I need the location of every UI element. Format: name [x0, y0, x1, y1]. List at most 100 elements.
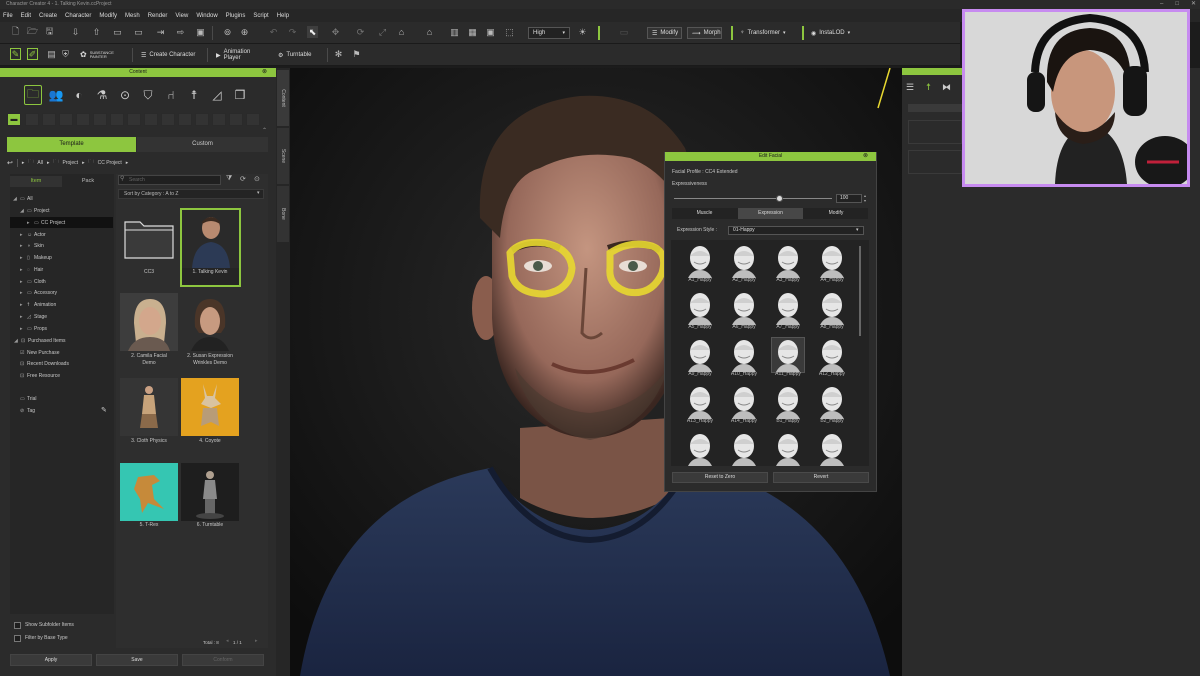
- thumbnail-cc3[interactable]: [120, 208, 178, 266]
- category-slot[interactable]: [144, 113, 158, 126]
- tab-modify[interactable]: Modify: [804, 208, 868, 219]
- category-slot[interactable]: [212, 113, 226, 126]
- tab-custom[interactable]: Custom: [137, 137, 268, 152]
- category-slot[interactable]: [246, 113, 260, 126]
- tree-item-trial[interactable]: ▭ Trial: [20, 394, 37, 404]
- rotate-icon[interactable]: ⟳: [355, 26, 366, 38]
- category-slot[interactable]: [127, 113, 141, 126]
- tree-item-makeup[interactable]: ▸ ▯ Makeup: [20, 253, 52, 263]
- category-slot[interactable]: [161, 113, 175, 126]
- category-slot[interactable]: [59, 113, 73, 126]
- expressiveness-slider-handle[interactable]: [776, 195, 783, 202]
- thumbnail-camila[interactable]: [120, 293, 178, 351]
- scale-icon[interactable]: ⤢: [377, 26, 388, 38]
- thumbnail-turntable[interactable]: [181, 463, 239, 521]
- edit-mesh-icon[interactable]: ✐: [27, 48, 38, 60]
- tab-bone-vertical[interactable]: Bone: [277, 186, 289, 242]
- tree-item-props[interactable]: ▸ ▭ Props: [20, 324, 47, 334]
- chair-icon[interactable]: ⑁: [162, 85, 180, 105]
- category-slot[interactable]: [42, 113, 56, 126]
- tab-item[interactable]: Item: [10, 176, 62, 187]
- category-slot[interactable]: [76, 113, 90, 126]
- thumbnail-talking-kevin[interactable]: [180, 208, 241, 287]
- thumbnail-t-rex[interactable]: [120, 463, 178, 521]
- filter-base-checkbox[interactable]: [14, 635, 21, 642]
- morph-button[interactable]: ⟿ Morph: [687, 27, 722, 39]
- expression-thumbnail[interactable]: [816, 385, 848, 419]
- collapse-icon[interactable]: ⌃: [262, 127, 267, 134]
- menu-modify[interactable]: Modify: [99, 13, 117, 19]
- load-icon[interactable]: ▭: [112, 26, 123, 38]
- expression-thumbnail[interactable]: [772, 432, 804, 466]
- menu-plugins[interactable]: Plugins: [226, 13, 246, 19]
- minimize-icon[interactable]: –: [1160, 0, 1163, 9]
- expression-thumbnail[interactable]: [728, 385, 760, 419]
- send-icon[interactable]: ⇥: [155, 26, 166, 38]
- undo-icon[interactable]: ↶: [268, 26, 279, 38]
- tree-item-cc-project[interactable]: ▸ ▭ CC Project: [27, 218, 65, 228]
- create-character-button[interactable]: ☰ Create Character: [137, 49, 201, 61]
- category-slot[interactable]: [110, 113, 124, 126]
- close-panel-icon[interactable]: ⊗: [262, 68, 267, 77]
- tree-item-animation[interactable]: ▸ ☨ Animation: [20, 300, 56, 310]
- search-input[interactable]: Search: [118, 175, 221, 185]
- breadcrumb-cc-project[interactable]: CC Project: [98, 160, 122, 166]
- expression-thumbnail[interactable]: [816, 432, 848, 466]
- menu-mesh[interactable]: Mesh: [125, 13, 140, 19]
- tab-template[interactable]: Template: [7, 137, 136, 152]
- animation-player-button[interactable]: ▶ Animation Player: [212, 49, 272, 61]
- transformer-button[interactable]: ♆ Transformer ▾: [736, 27, 792, 39]
- expression-thumbnail[interactable]: [816, 338, 848, 372]
- close-icon[interactable]: ✕: [1191, 0, 1196, 9]
- turntable-button[interactable]: ⚙ Turntable: [274, 49, 322, 61]
- save-as-icon[interactable]: ▭: [133, 26, 144, 38]
- actor-icon[interactable]: 👥: [47, 85, 65, 105]
- layer-icon[interactable]: ▤: [46, 48, 57, 60]
- back-icon[interactable]: ↩: [7, 159, 13, 167]
- breadcrumb-project[interactable]: Project: [63, 160, 79, 166]
- new-file-icon[interactable]: 🗋: [10, 26, 21, 38]
- menu-edit[interactable]: Edit: [21, 13, 31, 19]
- expression-thumbnail[interactable]: [816, 244, 848, 278]
- export-icon[interactable]: ⇧: [91, 26, 102, 38]
- save-button[interactable]: Save: [96, 654, 178, 666]
- revert-button[interactable]: Revert: [773, 472, 869, 483]
- cloth-icon[interactable]: ⛉: [139, 85, 157, 105]
- tree-item-all[interactable]: ◢ ▭ All: [13, 194, 33, 204]
- light-icon[interactable]: ☀: [577, 26, 588, 38]
- frame-icon[interactable]: ▣: [485, 26, 496, 38]
- pivot-icon[interactable]: ⌂: [396, 26, 407, 38]
- menu-render[interactable]: Render: [148, 13, 168, 19]
- category-slot[interactable]: [178, 113, 192, 126]
- home-icon[interactable]: ⌂: [424, 26, 435, 38]
- open-folder-icon[interactable]: 🗁: [27, 26, 38, 38]
- tree-item-free-resource[interactable]: ⊡ Free Resource: [20, 371, 60, 381]
- thumbnail-cloth-physics[interactable]: [120, 378, 178, 436]
- expression-thumbnail[interactable]: [772, 291, 804, 325]
- scrollbar[interactable]: [859, 246, 861, 336]
- pose-icon[interactable]: ⛨: [60, 48, 71, 60]
- conform-button[interactable]: Conform: [182, 654, 264, 666]
- tree-item-actor[interactable]: ▸ ☺ Actor: [20, 230, 46, 240]
- stage-icon[interactable]: ◿: [208, 85, 226, 105]
- tree-item-recent-downloads[interactable]: ⊡ Recent Downloads: [20, 359, 69, 369]
- tree-item-purchased[interactable]: ◢ ⊡ Purchased Items: [14, 336, 66, 346]
- edit-tag-icon[interactable]: ✎: [101, 406, 107, 414]
- maximize-icon[interactable]: □: [1175, 0, 1179, 9]
- expression-thumbnail[interactable]: [728, 432, 760, 466]
- tree-item-tag[interactable]: ⊘ Tag: [20, 406, 35, 416]
- sliders-icon[interactable]: ☰: [906, 82, 914, 93]
- save-icon[interactable]: 🖫: [44, 26, 55, 38]
- sort-dropdown[interactable]: Sort by Category : A to Z: [118, 189, 264, 199]
- tree-item-new-purchase[interactable]: ☑ New Purchase: [20, 348, 60, 358]
- render-icon[interactable]: ▣: [195, 26, 206, 38]
- camera-icon[interactable]: ⊚: [222, 26, 233, 38]
- expression-thumbnail[interactable]: [684, 338, 716, 372]
- category-slot[interactable]: [229, 113, 243, 126]
- accessory-icon[interactable]: ⚗: [93, 85, 111, 105]
- character-tool-icon[interactable]: ✎: [10, 48, 21, 60]
- expression-thumbnail[interactable]: [771, 337, 805, 373]
- thumbnail-susan[interactable]: [181, 293, 239, 351]
- skin-icon[interactable]: ◐: [70, 85, 88, 105]
- import-icon[interactable]: ⇩: [70, 26, 81, 38]
